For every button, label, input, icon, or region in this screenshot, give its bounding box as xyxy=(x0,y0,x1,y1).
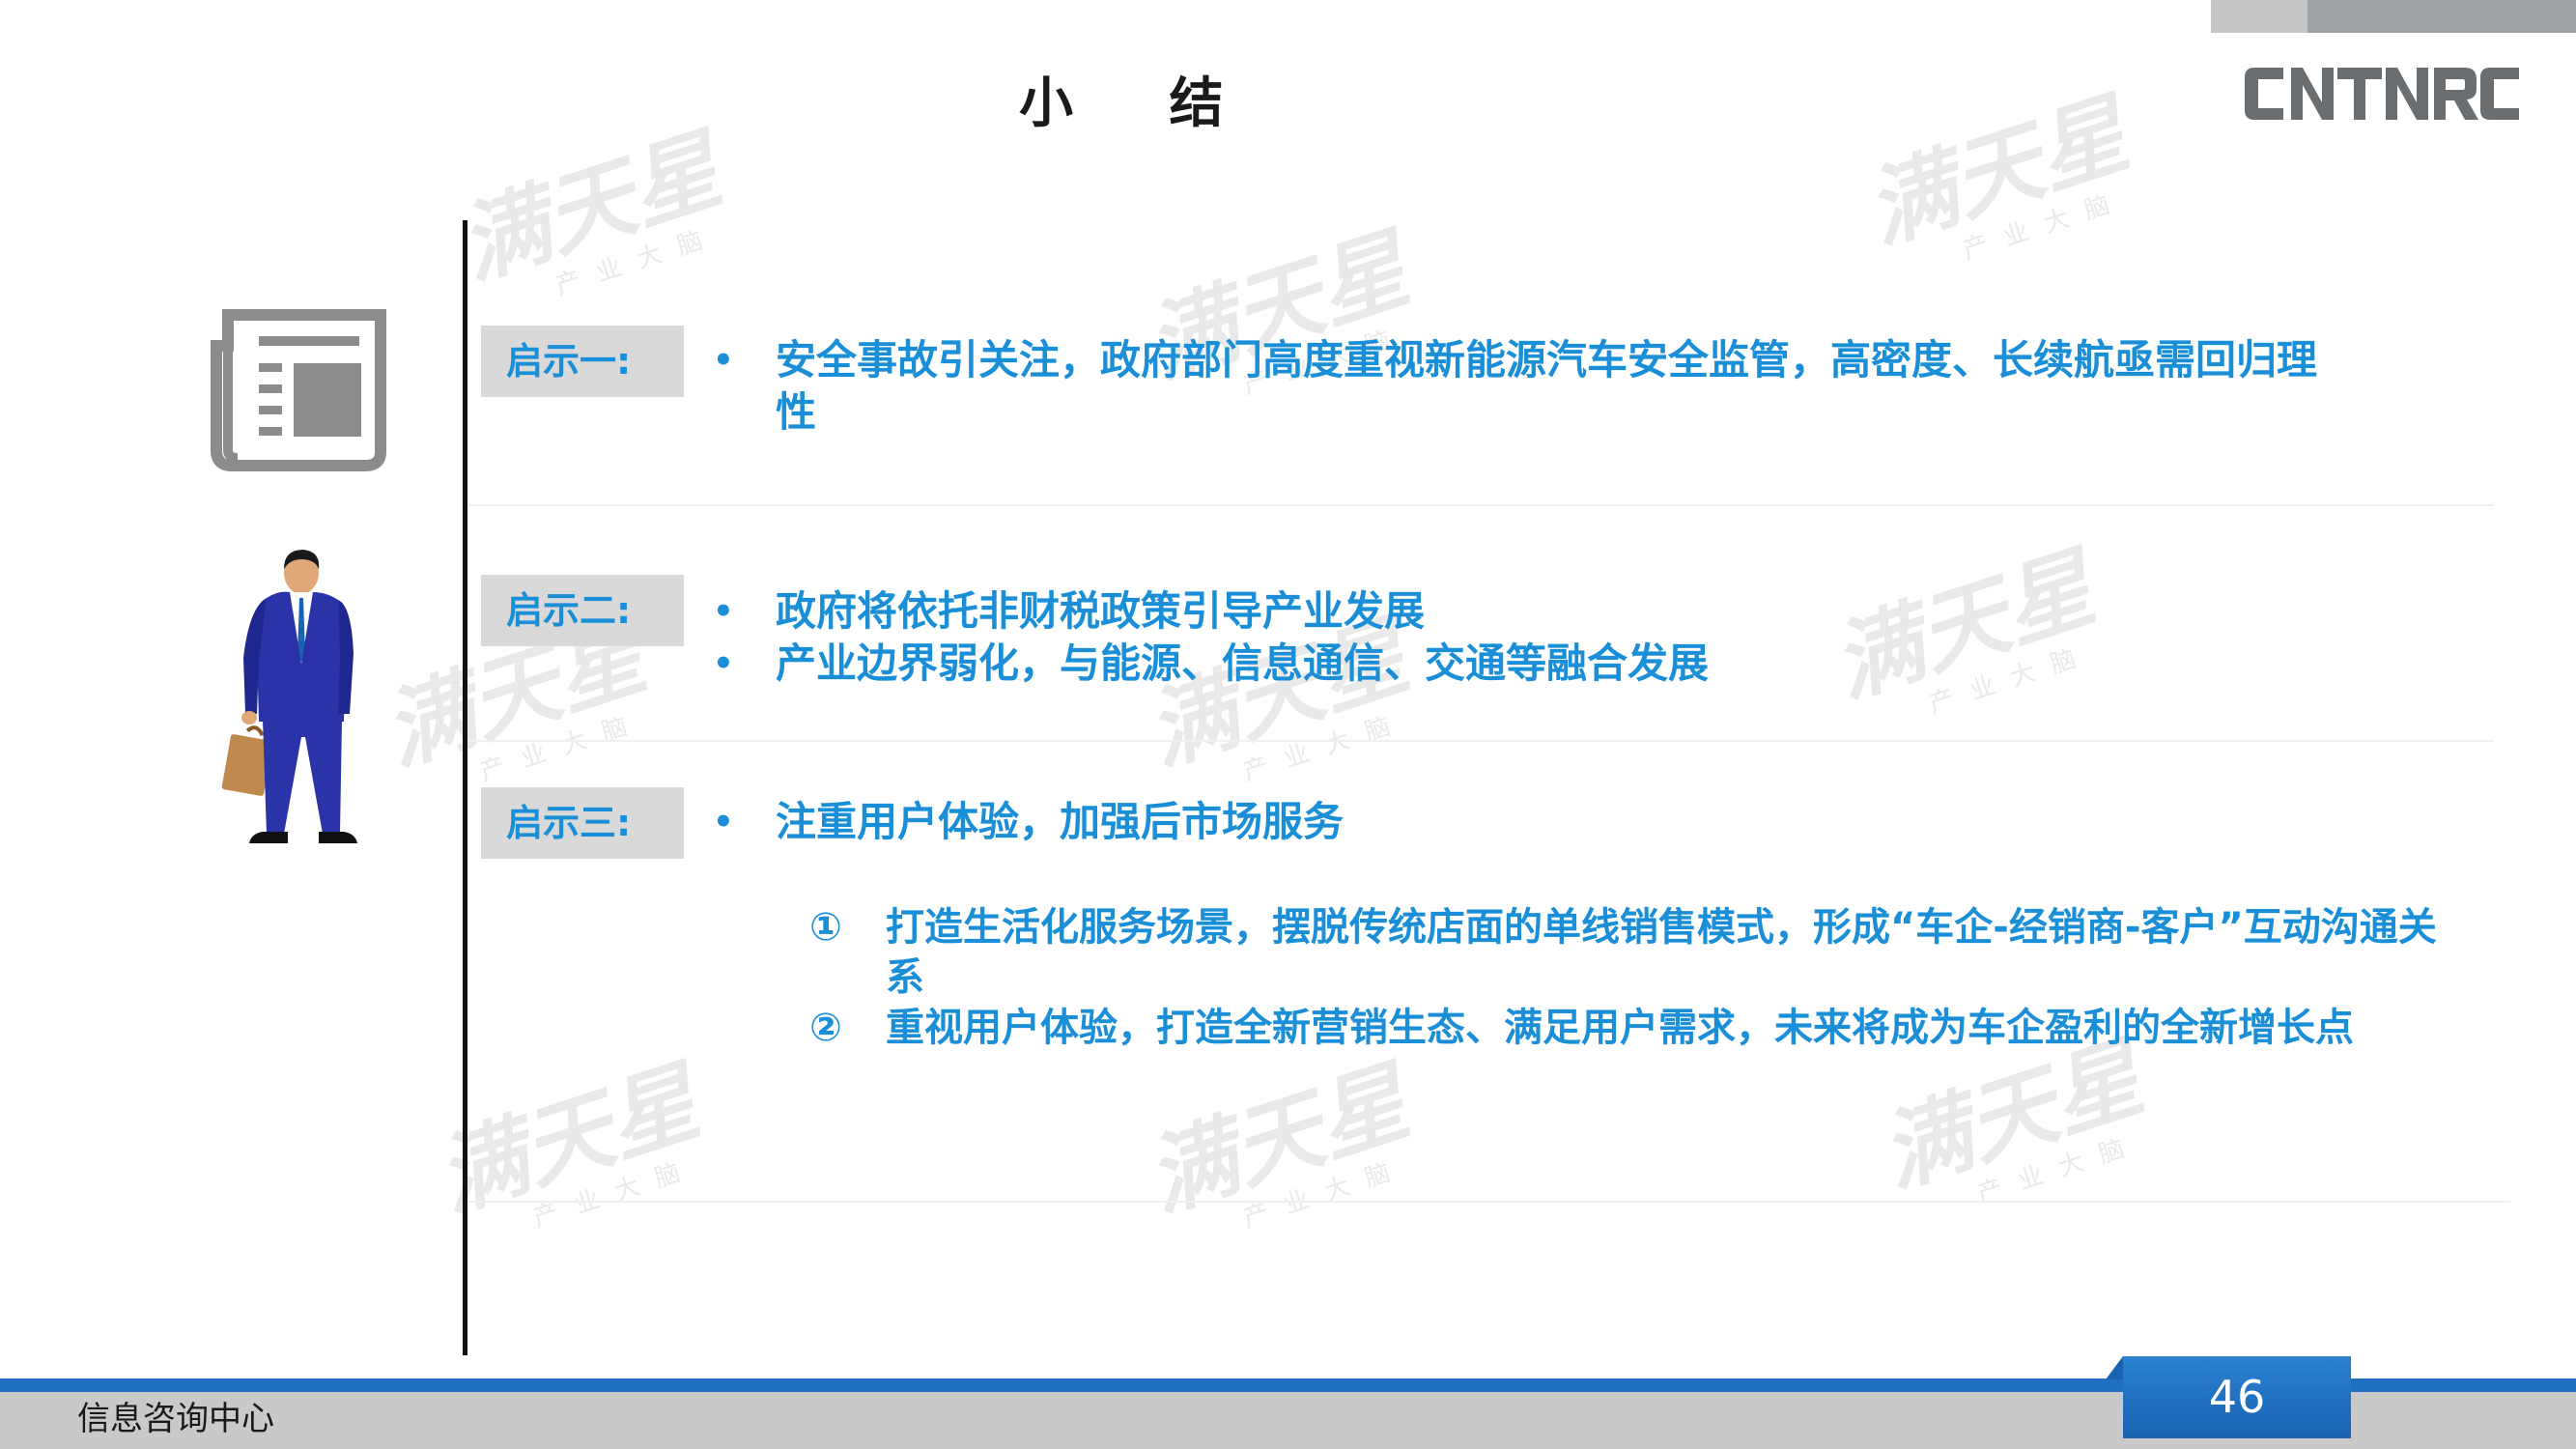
list-item-text: 政府将依托非财税政策引导产业发展 xyxy=(776,587,1426,635)
sub-list-item-text: 打造生活化服务场景，摆脱传统店面的单线销售模式，形成“车企-经销商-客户”互动沟… xyxy=(886,905,2437,1000)
list-item-text: 注重用户体验，加强后市场服务 xyxy=(776,798,1345,845)
sub-list-item: ② 重视用户体验，打造全新营销生态、满足用户需求，未来将成为车企盈利的全新增长点 xyxy=(809,1003,2471,1053)
section-divider xyxy=(467,740,2494,742)
list-item: • 安全事故引关注，政府部门高度重视新能源汽车安全监管，高密度、长续航亟需回归理… xyxy=(713,334,2335,439)
page-number: 46 xyxy=(2208,1371,2266,1423)
watermark: 满天星 产业大脑 xyxy=(1134,1049,1421,1234)
list-item-text: 安全事故引关注，政府部门高度重视新能源汽车安全监管，高密度、长续航亟需回归理性 xyxy=(776,336,2318,436)
page-title: 小 结 xyxy=(1019,72,1262,135)
section-divider xyxy=(467,504,2494,506)
sub-list-item-text: 重视用户体验，打造全新营销生态、满足用户需求，未来将成为车企盈利的全新增长点 xyxy=(886,1006,2354,1050)
newspaper-icon xyxy=(211,309,386,471)
top-decoration-bar xyxy=(2211,0,2576,33)
list-item: • 注重用户体验，加强后市场服务 xyxy=(713,796,2432,848)
watermark: 满天星 产业大脑 xyxy=(424,1049,711,1234)
circled-number-1: ① xyxy=(809,905,842,950)
businessman-icon xyxy=(221,550,357,843)
list-item-text: 产业边界弱化，与能源、信息通信、交通等融合发展 xyxy=(776,639,1710,687)
watermark: 满天星 产业大脑 xyxy=(1854,81,2140,266)
list-item: • 政府将依托非财税政策引导产业发展 xyxy=(713,585,2432,638)
watermark: 满天星 产业大脑 xyxy=(1868,1025,2155,1209)
insight-tag-2: 启示二: xyxy=(481,575,684,646)
bullet-icon: • xyxy=(713,803,734,841)
insight-list-1: • 安全事故引关注，政府部门高度重视新能源汽车安全监管，高密度、长续航亟需回归理… xyxy=(713,334,2335,439)
bullet-icon: • xyxy=(713,592,734,631)
watermark: 满天星 产业大脑 xyxy=(446,117,733,301)
vertical-separator xyxy=(463,220,467,1355)
sub-list-item: ① 打造生活化服务场景，摆脱传统店面的单线销售模式，形成“车企-经销商-客户”互… xyxy=(809,902,2471,1003)
list-item: • 产业边界弱化，与能源、信息通信、交通等融合发展 xyxy=(713,638,2432,690)
insight-tag-3: 启示三: xyxy=(481,787,684,859)
insight-list-2: • 政府将依托非财税政策引导产业发展 • 产业边界弱化，与能源、信息通信、交通等… xyxy=(713,585,2432,690)
circled-number-2: ② xyxy=(809,1006,842,1050)
section-divider xyxy=(467,1201,2510,1203)
insight-sub-list-3: ① 打造生活化服务场景，摆脱传统店面的单线销售模式，形成“车企-经销商-客户”互… xyxy=(809,902,2471,1053)
bullet-icon: • xyxy=(713,341,734,380)
footer-label: 信息咨询中心 xyxy=(77,1400,274,1438)
insight-list-3: • 注重用户体验，加强后市场服务 xyxy=(713,796,2432,848)
catarc-logo xyxy=(2245,68,2519,120)
insight-tag-1: 启示一: xyxy=(481,326,684,397)
bullet-icon: • xyxy=(713,644,734,683)
